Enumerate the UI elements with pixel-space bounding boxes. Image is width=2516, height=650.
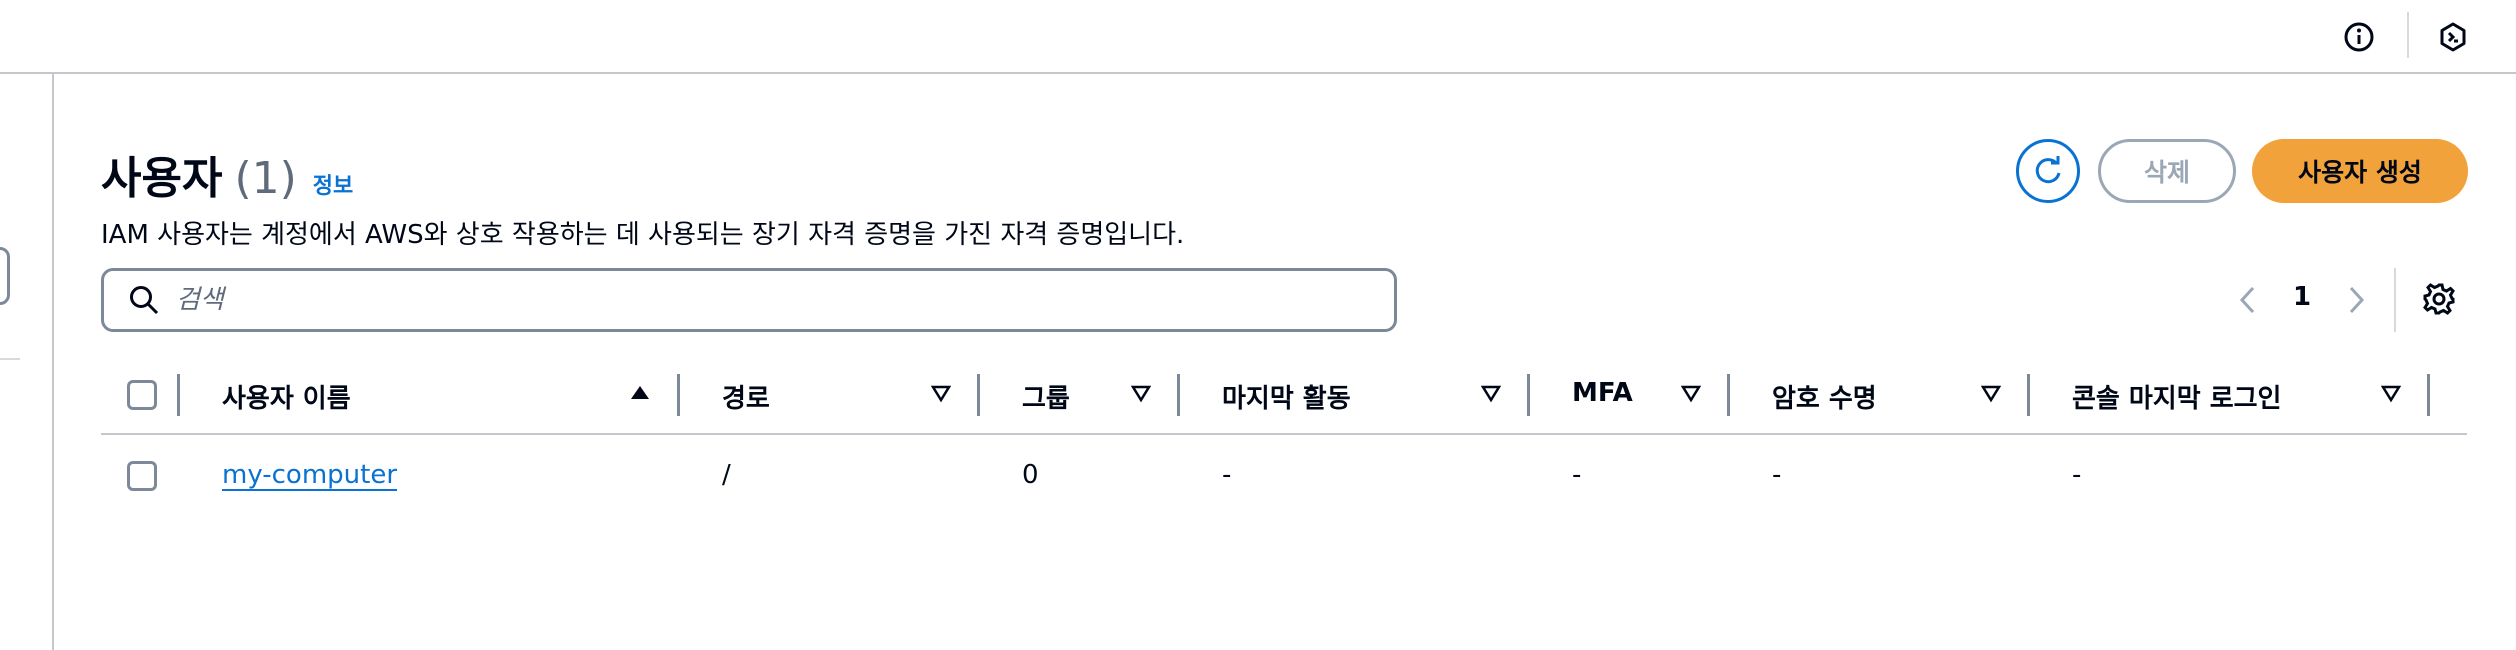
sort-ascending-icon[interactable] [630,383,650,403]
column-header-password-age[interactable]: 암호 수명 [1772,378,1877,415]
column-separator[interactable] [2027,374,2030,416]
sort-icon[interactable] [931,383,951,403]
gear-icon [2421,281,2457,317]
next-page-button[interactable] [2338,281,2374,319]
previous-page-button[interactable] [2230,281,2266,319]
table-header-divider [101,433,2467,435]
column-separator[interactable] [1527,374,1530,416]
user-name-link[interactable]: my-computer [222,460,397,490]
column-separator[interactable] [1727,374,1730,416]
delete-button[interactable]: 삭제 [2098,139,2236,203]
sort-icon[interactable] [2381,383,2401,403]
search-icon [128,283,162,317]
column-separator [177,374,180,416]
top-navigation-bar [0,0,2516,74]
refresh-button[interactable] [2016,139,2080,203]
page-title: 사용자 [101,153,223,204]
search-input[interactable] [174,284,1328,316]
create-user-button[interactable]: 사용자 생성 [2252,139,2468,203]
sort-icon[interactable] [1981,383,2001,403]
sort-icon[interactable] [1131,383,1151,403]
column-header-groups[interactable]: 그룹 [1022,378,1070,415]
column-separator[interactable] [1177,374,1180,416]
table-header-row: 사용자 이름 경로 그룹 마지막 활동 MFA 암호 수명 콘솔 마지막 로그인 [101,364,2467,434]
search-field[interactable] [101,268,1397,332]
column-separator[interactable] [2427,374,2430,416]
top-bar-divider [2407,12,2409,58]
table-preferences-button[interactable] [2420,280,2458,318]
groups-cell: 0 [1022,460,1039,490]
last-activity-cell: - [1222,460,1232,490]
left-panel-rule [0,358,20,360]
chevron-right-icon [2345,285,2367,315]
left-panel-divider [52,74,54,650]
chevron-left-icon [2237,285,2259,315]
page-description: IAM 사용자는 계정에서 AWS와 상호 작용하는 데 사용되는 장기 자격 … [101,220,1185,250]
sort-icon[interactable] [1481,383,1501,403]
select-all-checkbox[interactable] [127,380,157,410]
mfa-cell: - [1572,460,1582,490]
console-last-sign-in-cell: - [2072,460,2082,490]
info-link[interactable]: 정보 [313,168,353,200]
cloudshell-icon[interactable] [2433,17,2473,57]
column-header-mfa[interactable]: MFA [1572,378,1633,408]
column-separator[interactable] [977,374,980,416]
password-age-cell: - [1772,460,1782,490]
current-page-number[interactable]: 1 [2290,282,2314,312]
column-separator[interactable] [677,374,680,416]
row-select-checkbox[interactable] [127,461,157,491]
refresh-icon [2031,154,2065,188]
column-header-last-activity[interactable]: 마지막 활동 [1222,378,1351,415]
column-header-path[interactable]: 경로 [722,378,770,415]
table-row: my-computer / 0 - - - - [101,440,2467,512]
sort-icon[interactable] [1681,383,1701,403]
side-navigation-toggle[interactable] [0,247,10,305]
user-count: (1) [234,153,297,204]
pagination-divider [2394,268,2396,332]
column-header-user-name[interactable]: 사용자 이름 [222,378,351,415]
info-circle-icon[interactable] [2339,17,2379,57]
page-header: 사용자 (1) 정보 [101,142,353,206]
path-cell: / [722,460,731,490]
column-header-console-last-sign-in[interactable]: 콘솔 마지막 로그인 [2072,378,2281,415]
